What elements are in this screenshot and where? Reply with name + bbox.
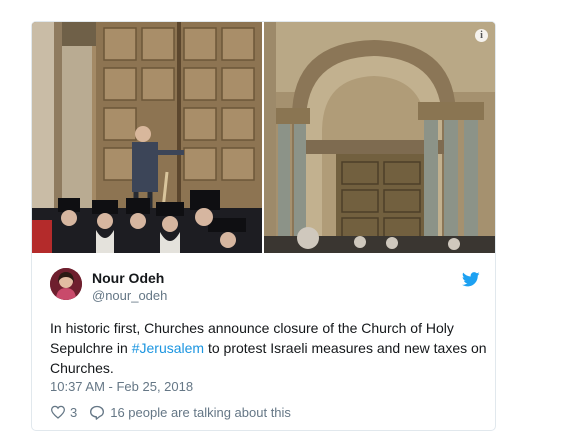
avatar[interactable] bbox=[50, 268, 82, 300]
info-icon[interactable]: i bbox=[475, 29, 488, 42]
like-button[interactable]: 3 bbox=[50, 405, 77, 420]
hashtag-link[interactable]: #Jerusalem bbox=[132, 340, 204, 356]
conversation-count: 16 people are talking about this bbox=[110, 404, 291, 420]
twitter-bird-icon[interactable] bbox=[461, 272, 480, 287]
tweet-author: Nour Odeh @nour_odeh bbox=[50, 268, 480, 303]
author-handle[interactable]: @nour_odeh bbox=[92, 288, 167, 303]
photo-church-door-closing[interactable] bbox=[32, 22, 262, 253]
conversation-link[interactable]: 16 people are talking about this bbox=[89, 405, 291, 420]
tweet-text: In historic first, Churches announce clo… bbox=[50, 318, 490, 378]
tweet-actions: 3 16 people are talking about this bbox=[50, 402, 291, 422]
speech-bubble-icon bbox=[89, 405, 105, 420]
tweet-media: i bbox=[32, 22, 495, 253]
photo-church-facade[interactable]: i bbox=[264, 22, 495, 253]
heart-icon bbox=[50, 405, 66, 419]
like-count: 3 bbox=[70, 404, 78, 420]
tweet-card: i Nour Odeh @nour_odeh In historic first… bbox=[31, 21, 496, 431]
author-name[interactable]: Nour Odeh bbox=[92, 270, 164, 286]
tweet-timestamp[interactable]: 10:37 AM - Feb 25, 2018 bbox=[50, 379, 193, 394]
